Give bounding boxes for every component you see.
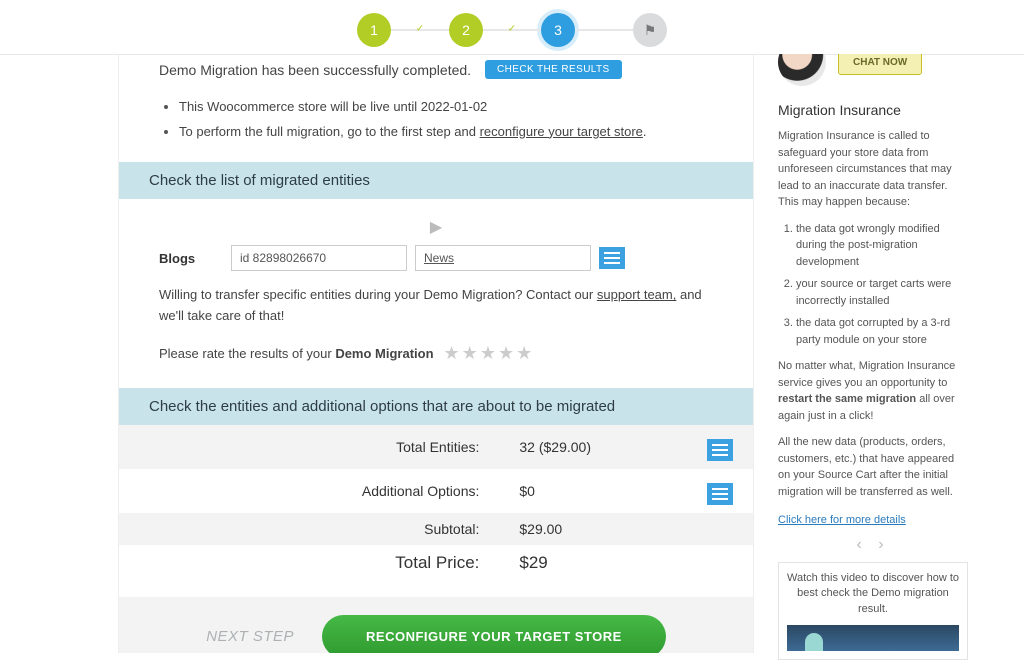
section-header-migrated-entities: Check the list of migrated entities — [119, 162, 753, 199]
row-total-price: Total Price: $29 — [119, 545, 753, 581]
support-team-link[interactable]: support team, — [597, 287, 677, 302]
sidebar: CHAT NOW Migration Insurance Migration I… — [778, 54, 968, 653]
entity-row-blogs: Blogs id 82898026670 News — [159, 245, 713, 271]
star-rating[interactable]: ★★★★★ — [444, 343, 535, 364]
step-2[interactable]: 2 — [449, 13, 483, 47]
text-fragment: No matter what, Migration Insurance serv… — [778, 360, 955, 389]
blogs-label: Blogs — [159, 251, 223, 266]
blog-id-cell[interactable]: id 82898026670 — [231, 245, 407, 271]
text-fragment: Please rate the results of your — [159, 346, 335, 361]
reason-item: the data got corrupted by a 3-rd party m… — [796, 315, 968, 348]
text-bold: Demo Migration — [335, 346, 433, 361]
list-icon[interactable] — [707, 483, 733, 505]
main-content: Demo Migration has been successfully com… — [118, 54, 754, 653]
value-additional-options: $0 — [499, 469, 647, 513]
insurance-reasons-list: the data got wrongly modified during the… — [778, 221, 968, 349]
check-icon: ✓ — [508, 23, 516, 34]
progress-stepper: 1 ✓ 2 ✓ 3 ⚑ — [0, 6, 1024, 54]
step-finish: ⚑ — [633, 13, 667, 47]
bullet-live-until: This Woocommerce store will be live unti… — [179, 95, 713, 120]
sidebar-intro: Migration Insurance is called to safegua… — [778, 128, 968, 211]
text-fragment: Willing to transfer specific entities du… — [159, 287, 597, 302]
reason-item: the data got wrongly modified during the… — [796, 221, 968, 271]
label-subtotal: Subtotal: — [119, 513, 499, 545]
value-total-price: $29 — [499, 545, 647, 581]
check-icon: ✓ — [416, 23, 424, 34]
section-header-pricing: Check the entities and additional option… — [119, 388, 753, 425]
step-connector: ✓ — [391, 29, 449, 31]
sidebar-new-data-text: All the new data (products, orders, cust… — [778, 434, 968, 500]
more-details-link[interactable]: Click here for more details — [778, 514, 906, 526]
text-bold: restart the same migration — [778, 393, 916, 405]
list-icon[interactable] — [599, 247, 625, 269]
label-total-entities: Total Entities: — [119, 425, 499, 469]
video-caption: Watch this video to discover how to best… — [787, 571, 959, 617]
next-step-label: NEXT STEP — [206, 628, 294, 645]
video-thumbnail[interactable] — [787, 625, 959, 651]
rate-prompt: Please rate the results of your Demo Mig… — [159, 346, 434, 361]
row-subtotal: Subtotal: $29.00 — [119, 513, 753, 545]
step-connector — [575, 29, 633, 31]
bullet-text: To perform the full migration, go to the… — [179, 124, 480, 139]
check-results-button[interactable]: CHECK THE RESULTS — [485, 60, 622, 79]
next-step-area: NEXT STEP RECONFIGURE YOUR TARGET STORE — [119, 597, 753, 653]
row-total-entities: Total Entities: 32 ($29.00) — [119, 425, 753, 469]
sidebar-heading-insurance: Migration Insurance — [778, 102, 968, 118]
step-connector: ✓ — [483, 29, 541, 31]
label-additional-options: Additional Options: — [119, 469, 499, 513]
blog-name-link[interactable]: News — [415, 245, 591, 271]
value-subtotal: $29.00 — [499, 513, 647, 545]
label-total-price: Total Price: — [119, 545, 499, 581]
reconfigure-store-link[interactable]: reconfigure your target store — [480, 124, 643, 139]
step-1[interactable]: 1 — [357, 13, 391, 47]
demo-success-message: Demo Migration has been successfully com… — [159, 62, 471, 78]
info-bullet-list: This Woocommerce store will be live unti… — [119, 95, 753, 162]
video-promo-box[interactable]: Watch this video to discover how to best… — [778, 562, 968, 660]
list-icon[interactable] — [707, 439, 733, 461]
bullet-reconfigure: To perform the full migration, go to the… — [179, 120, 713, 145]
support-team-text: Willing to transfer specific entities du… — [159, 285, 713, 327]
play-icon[interactable]: ▶ — [159, 217, 713, 237]
bullet-text: . — [643, 124, 647, 139]
pricing-table: Total Entities: 32 ($29.00) Additional O… — [119, 425, 753, 581]
reconfigure-target-store-button[interactable]: RECONFIGURE YOUR TARGET STORE — [322, 615, 666, 653]
value-total-entities: 32 ($29.00) — [499, 425, 647, 469]
row-additional-options: Additional Options: $0 — [119, 469, 753, 513]
step-3-current[interactable]: 3 — [541, 13, 575, 47]
reason-item: your source or target carts were incorre… — [796, 276, 968, 309]
sidebar-restart-text: No matter what, Migration Insurance serv… — [778, 358, 968, 424]
carousel-pager[interactable]: ‹ › — [778, 536, 968, 554]
